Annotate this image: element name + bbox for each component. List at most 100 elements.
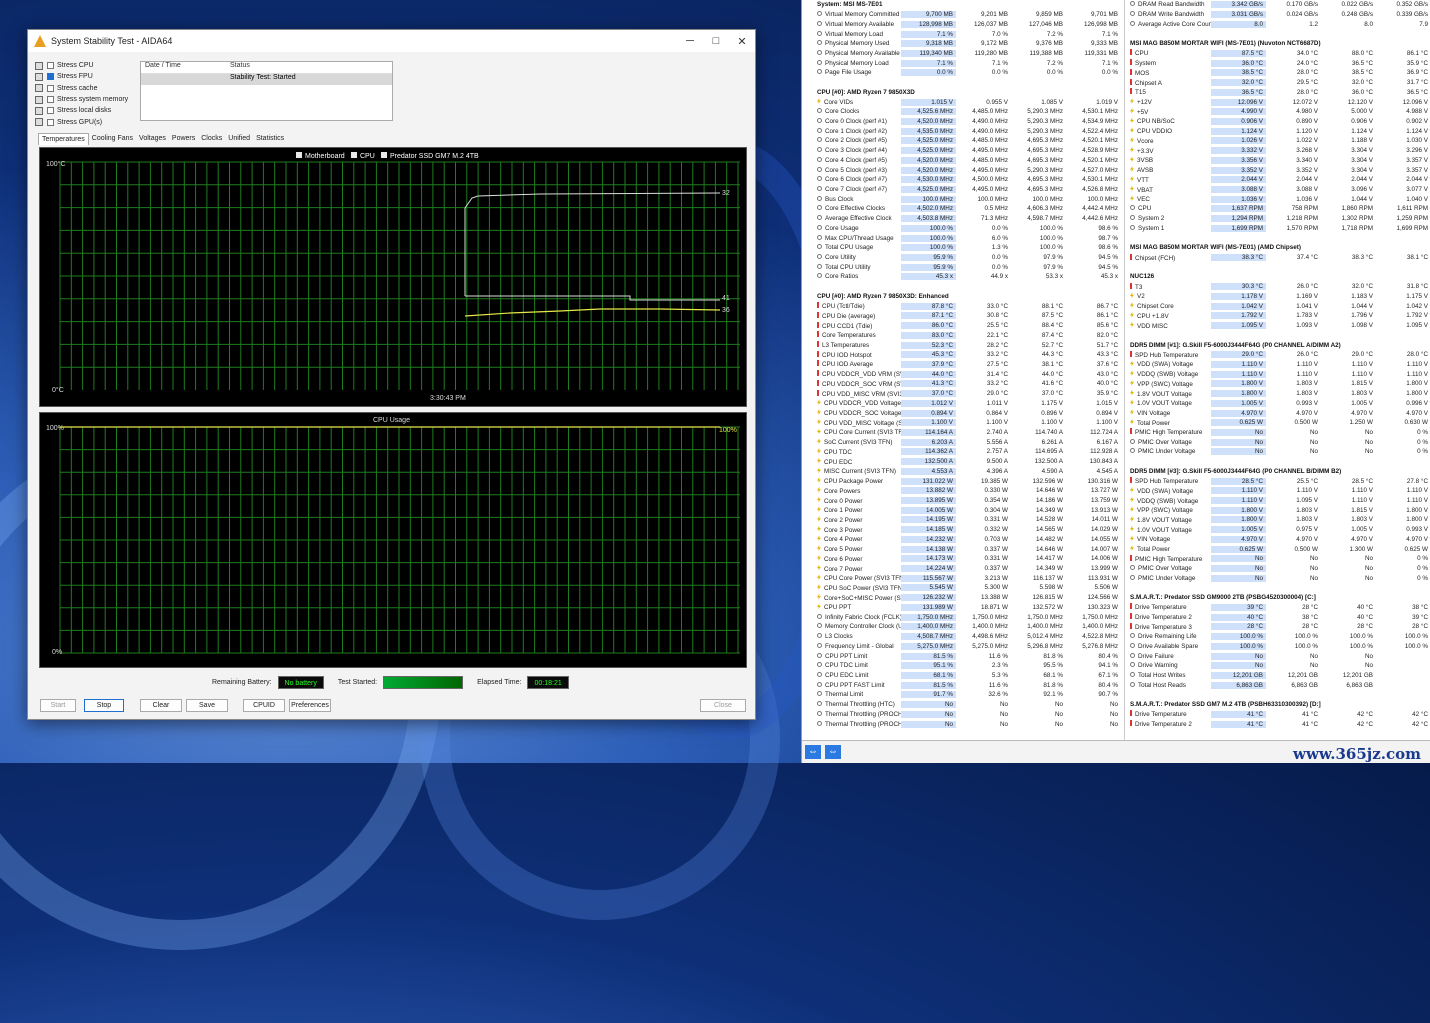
sensor-row[interactable]: L3 Temperatures 52.3 °C 28.2 °C 52.7 °C 51.7… [814, 340, 1121, 350]
sensor-row[interactable]: Core 1 Power 14.005 W 0.304 W 14.349 W 13.91… [814, 505, 1121, 515]
sensor-row[interactable]: Core Ratios 45.3 x 44.9 x 53.3 x 45.3 x [814, 272, 1121, 282]
cpuid-button[interactable]: CPUID [243, 699, 285, 712]
sensor-row[interactable]: CPU VDDCR_SOC VRM (SVI3 TFN)41.3 °C 33.2 … [814, 379, 1121, 389]
sensor-group-header[interactable]: CPU [#0]: AMD Ryzen 7 9850X3D [814, 87, 1121, 98]
sensor-row[interactable]: Core+SoC+MISC Power (SVI3 TFN)126.232 W 1… [814, 593, 1121, 603]
sensor-row[interactable]: 3VSB 3.356 V 3.340 V 3.304 V 3.357 V [1127, 156, 1430, 166]
sensor-row[interactable]: Memory Controller Clock (UCLK)1,400.0 MH… [814, 622, 1121, 632]
sensor-row[interactable]: Thermal Limit 91.7 % 32.6 % 92.1 % 90.7 % [814, 690, 1121, 700]
sensor-row[interactable]: Total Power 0.625 W 0.500 W 1.250 W 0.630 W [1127, 418, 1430, 428]
sensor-row[interactable]: Bus Clock 100.0 MHz 100.0 MHz 100.0 MHz 100.… [814, 194, 1121, 204]
sensor-row[interactable]: Core 6 Clock (perf #7) 4,530.0 MHz 4,500.0… [814, 175, 1121, 185]
sensor-row[interactable]: Core 0 Power 13.895 W 0.354 W 14.186 W 13.75… [814, 496, 1121, 506]
sensor-row[interactable]: CPU Core Power (SVI3 TFN) 115.567 W 3.213 … [814, 573, 1121, 583]
sensor-group-header[interactable]: NUC126 [1127, 272, 1430, 282]
close-button[interactable]: Close [700, 699, 746, 712]
sensor-row[interactable]: Core 4 Power 14.232 W 0.703 W 14.482 W 14.05… [814, 535, 1121, 545]
start-button[interactable]: Start [40, 699, 76, 712]
sensor-row[interactable]: Total CPU Utility 95.9 % 0.0 % 97.9 % 94.5 % [814, 262, 1121, 272]
sensor-row[interactable]: Core 2 Clock (perf #5) 4,525.0 MHz 4,485.0… [814, 136, 1121, 146]
tab-item[interactable]: Clocks [198, 133, 225, 145]
sensor-row[interactable]: Virtual Memory Committed 9,700 MB 9,201 MB… [814, 10, 1121, 20]
sensor-row[interactable]: Physical Memory Available 119,340 MB 119,2… [814, 49, 1121, 59]
minimize-icon[interactable]: ─ [677, 35, 703, 48]
sensor-row[interactable]: CPU TDC 114.362 A 2.757 A 114.695 A 112.928 … [814, 447, 1121, 457]
sensor-row[interactable]: Virtual Memory Available 128,998 MB 126,03… [814, 19, 1121, 29]
sensor-group-header[interactable]: S.M.A.R.T.: Predator SSD GM9000 2TB (PSB… [1127, 592, 1430, 603]
sensor-row[interactable]: PMIC Over Voltage No No No 0 % [1127, 564, 1430, 574]
sensor-row[interactable]: VTT 2.044 V 2.044 V 2.044 V 2.044 V [1127, 175, 1430, 185]
sensor-row[interactable]: Drive Temperature 39 °C 28 °C 40 °C 38 °C [1127, 603, 1430, 613]
sensor-row[interactable]: Core 5 Clock (perf #3) 4,520.0 MHz 4,495.0… [814, 165, 1121, 175]
stress-option[interactable]: Stress CPU [35, 60, 128, 71]
sensor-row[interactable]: VPP (SWC) Voltage 1.800 V 1.803 V 1.815 V 1.… [1127, 379, 1430, 389]
sensor-row[interactable]: DRAM Read Bandwidth 3.342 GB/s 0.170 GB/s 0… [1127, 0, 1430, 10]
sensor-row[interactable]: +12V 12.096 V 12.072 V 12.120 V 12.096 V [1127, 97, 1430, 107]
sensor-row[interactable]: CPU IOD Hotspot 45.3 °C 33.2 °C 44.3 °C 43.3… [814, 350, 1121, 360]
sensor-row[interactable]: CPU PPT FAST Limit 81.5 % 11.6 % 81.8 % 80.4… [814, 680, 1121, 690]
tab-item[interactable]: Statistics [253, 133, 287, 145]
sensor-row[interactable]: Drive Warning No No No [1127, 661, 1430, 671]
sensor-row[interactable]: Average Effective Clock 4,503.8 MHz 71.3 M… [814, 214, 1121, 224]
sensor-row[interactable]: L3 Clocks 4,508.7 MHz 4,498.6 MHz 5,012.4 M… [814, 632, 1121, 642]
sensor-row[interactable]: CPU SoC Power (SVI3 TFN) 5.545 W 5.300 W 5.… [814, 583, 1121, 593]
sensor-row[interactable]: VEC 1.036 V 1.036 V 1.044 V 1.040 V [1127, 194, 1430, 204]
sensor-row[interactable]: VDDQ (SWB) Voltage 1.110 V 1.110 V 1.110 V 1… [1127, 369, 1430, 379]
sensor-row[interactable]: CPU PPT Limit 81.5 % 11.6 % 81.8 % 80.4 % [814, 651, 1121, 661]
sensor-row[interactable]: Vcore 1.026 V 1.022 V 1.188 V 1.030 V [1127, 136, 1430, 146]
sensor-row[interactable]: Core 3 Power 14.185 W 0.332 W 14.565 W 14.02… [814, 525, 1121, 535]
sensor-row[interactable]: PMIC Under Voltage No No No 0 % [1127, 573, 1430, 583]
sensor-row[interactable]: CPU TDC Limit 95.1 % 2.3 % 95.5 % 94.1 % [814, 661, 1121, 671]
sensor-row[interactable]: Drive Available Spare 100.0 % 100.0 % 100.0… [1127, 641, 1430, 651]
sensor-row[interactable]: Frequency Limit - Global 5,275.0 MHz 5,275… [814, 641, 1121, 651]
sensor-row[interactable]: Thermal Throttling (HTC) No No No No [814, 700, 1121, 710]
sensor-row[interactable]: VDD (SWA) Voltage 1.110 V 1.110 V 1.110 V 1.… [1127, 486, 1430, 496]
preferences-button[interactable]: Preferences [289, 699, 331, 712]
sensor-row[interactable]: Physical Memory Load 7.1 % 7.1 % 7.2 % 7.1 % [814, 58, 1121, 68]
sensor-row[interactable]: Core 3 Clock (perf #4) 4,525.0 MHz 4,495.0… [814, 146, 1121, 156]
sensor-row[interactable]: PMIC High Temperature No No No 0 % [1127, 554, 1430, 564]
tab-item[interactable]: Unified [225, 133, 253, 145]
sensor-row[interactable]: Core VIDs 1.015 V 0.955 V 1.085 V 1.019 V [814, 97, 1121, 107]
sensor-row[interactable]: Core Effective Clocks 4,502.0 MHz 0.5 MHz 4… [814, 204, 1121, 214]
sensor-row[interactable]: CPU VDD_MISC Voltage (SVI3 TFN)1.100 V1.… [814, 418, 1121, 428]
sensor-group-header[interactable]: System: MSI MS-7E01 [814, 0, 1121, 10]
sensor-row[interactable]: Max CPU/Thread Usage 100.0 % 6.0 % 100.0 % 9… [814, 233, 1121, 243]
sensor-row[interactable]: PMIC Over Voltage No No No 0 % [1127, 437, 1430, 447]
stress-option[interactable]: Stress system memory [35, 94, 128, 105]
sensor-row[interactable]: Virtual Memory Load 7.1 % 7.0 % 7.2 % 7.1 % [814, 29, 1121, 39]
sensor-row[interactable]: 1.0V VOUT Voltage 1.005 V 0.993 V 1.005 V 0.… [1127, 398, 1430, 408]
sensor-row[interactable]: CPU Core Current (SVI3 TFN) 114.164 A 2.74… [814, 428, 1121, 438]
sensor-row[interactable]: V2 1.178 V 1.169 V 1.183 V 1.175 V [1127, 292, 1430, 302]
sensor-group-header[interactable]: DDR5 DIMM [#1]: G.Skill F5-6000J3444F64G… [1127, 340, 1430, 350]
sensor-row[interactable]: Physical Memory Used 9,318 MB 9,172 MB 9,37… [814, 39, 1121, 49]
sensor-row[interactable]: CPU VDDCR_VDD Voltage (SVI3 TFN)1.012 V 1… [814, 398, 1121, 408]
sensor-row[interactable]: CPU EDC 132.500 A 9.500 A 132.500 A 130.843 … [814, 457, 1121, 467]
sensor-row[interactable]: CPU CCD1 (Tdie) 86.0 °C 25.5 °C 88.4 °C 85.6… [814, 321, 1121, 331]
sensor-row[interactable]: Total Power 0.625 W 0.500 W 1.300 W 0.625 W [1127, 544, 1430, 554]
sensor-group-header[interactable]: MSI MAG B850M MORTAR WIFI (MS-7E01) (Nuv… [1127, 38, 1430, 49]
sensor-row[interactable]: Average Active Core Count 8.0 1.2 8.0 7.9 [1127, 19, 1430, 29]
tab-item[interactable]: Cooling Fans [89, 133, 136, 145]
sensor-row[interactable]: Total Host Writes 12,201 GB 12,201 GB 12,20… [1127, 671, 1430, 681]
sensor-row[interactable]: T15 36.5 °C 28.0 °C 36.0 °C 36.5 °C [1127, 87, 1430, 97]
stress-checkbox[interactable] [47, 96, 54, 104]
sensor-row[interactable]: Core 2 Power 14.195 W 0.331 W 14.528 W 14.01… [814, 515, 1121, 525]
sensor-row[interactable]: VBAT 3.088 V 3.088 V 3.096 V 3.077 V [1127, 185, 1430, 195]
sensor-row[interactable]: Drive Remaining Life 100.0 % 100.0 % 100.0 … [1127, 632, 1430, 642]
sensor-row[interactable]: CPU 1,637 RPM 758 RPM 1,860 RPM 1,611 RPM [1127, 204, 1430, 214]
sensor-row[interactable]: PMIC Under Voltage No No No 0 % [1127, 447, 1430, 457]
sensor-row[interactable]: System 36.0 °C 24.0 °C 36.5 °C 35.9 °C [1127, 58, 1430, 68]
sensor-row[interactable]: T3 30.3 °C 26.0 °C 32.0 °C 31.8 °C [1127, 282, 1430, 292]
nav-arrows-icon[interactable]: ⇔ [805, 745, 821, 759]
sensor-row[interactable]: VDD (SWA) Voltage 1.110 V 1.110 V 1.110 V 1.… [1127, 360, 1430, 370]
sensor-row[interactable]: CPU +1.8V 1.792 V 1.783 V 1.796 V 1.792 V [1127, 311, 1430, 321]
sensor-row[interactable]: Drive Temperature 3 28 °C 28 °C 28 °C 28 °C [1127, 622, 1430, 632]
sensor-row[interactable]: CPU NB/SoC 0.906 V 0.890 V 0.906 V 0.902 V [1127, 117, 1430, 127]
sensor-row[interactable]: SPD Hub Temperature 29.0 °C 26.0 °C 29.0 °C… [1127, 350, 1430, 360]
sensor-row[interactable]: Drive Temperature 2 40 °C 38 °C 40 °C 39 °C [1127, 612, 1430, 622]
stress-option[interactable]: Stress local disks [35, 105, 128, 116]
sensor-row[interactable]: VIN Voltage 4.970 V 4.970 V 4.970 V 4.970 V [1127, 408, 1430, 418]
sensor-row[interactable]: Chipset Core 1.042 V 1.041 V 1.044 V 1.042 V [1127, 301, 1430, 311]
stress-checkbox[interactable] [47, 84, 54, 92]
